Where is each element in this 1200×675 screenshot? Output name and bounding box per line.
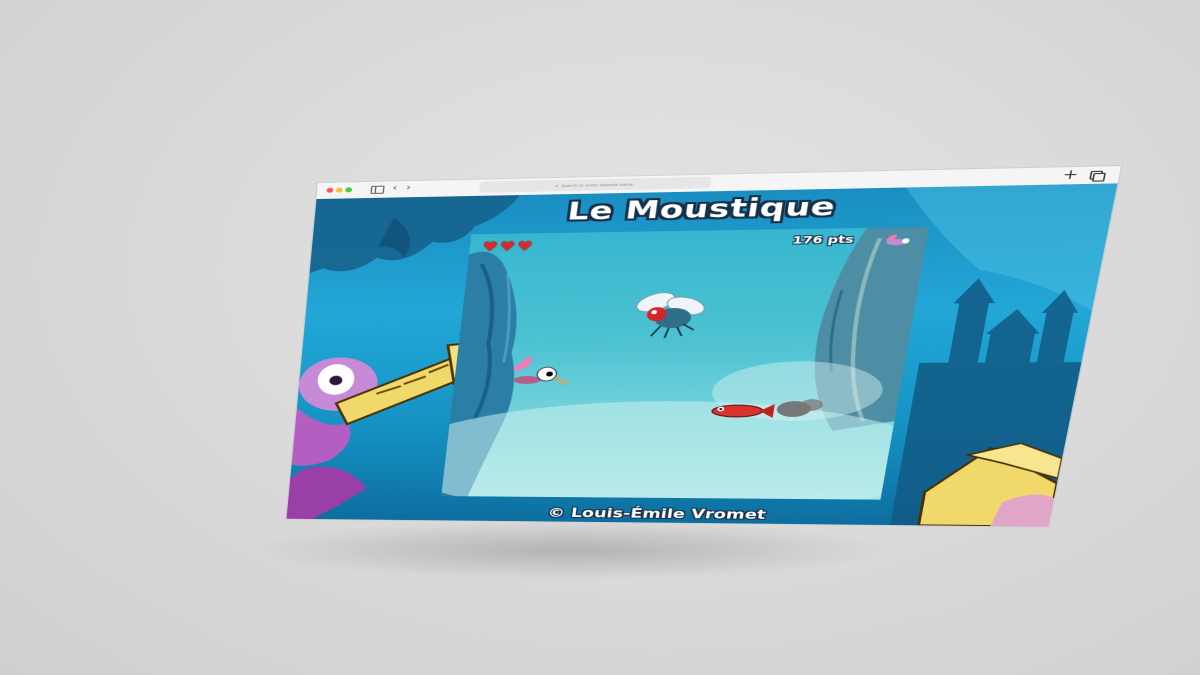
heart-icon: ♥ <box>515 239 534 255</box>
score-display: 176 pts <box>791 234 855 247</box>
game-scene <box>441 226 929 500</box>
address-placeholder: Search or enter website name <box>560 182 634 188</box>
mockup-device: ‹ › ⌕ Search or enter website name + Le … <box>0 0 1200 675</box>
browser-window: ‹ › ⌕ Search or enter website name + Le … <box>286 166 1122 527</box>
address-bar[interactable]: ⌕ Search or enter website name <box>478 176 712 193</box>
forward-arrow-icon[interactable]: › <box>405 183 411 193</box>
search-icon: ⌕ <box>554 183 559 189</box>
minimize-window-button[interactable] <box>335 187 343 193</box>
back-arrow-icon[interactable]: ‹ <box>392 183 398 193</box>
heart-icon: ♥ <box>498 239 517 255</box>
lives-display: ♥ ♥ ♥ <box>481 239 534 256</box>
web-page: Le Moustique ♥ ♥ ♥ 176 pts © Louis-Émile… <box>286 183 1118 527</box>
new-tab-button[interactable]: + <box>1061 167 1079 182</box>
close-window-button[interactable] <box>326 187 334 193</box>
fly-enemy <box>628 288 711 338</box>
mosquito-player <box>511 355 571 384</box>
tab-overview-icon[interactable] <box>1089 170 1104 180</box>
heart-icon: ♥ <box>481 239 499 256</box>
sidebar-toggle-icon[interactable] <box>370 185 385 194</box>
game-canvas[interactable]: ♥ ♥ ♥ 176 pts <box>441 226 929 500</box>
zoom-window-button[interactable] <box>345 187 353 193</box>
